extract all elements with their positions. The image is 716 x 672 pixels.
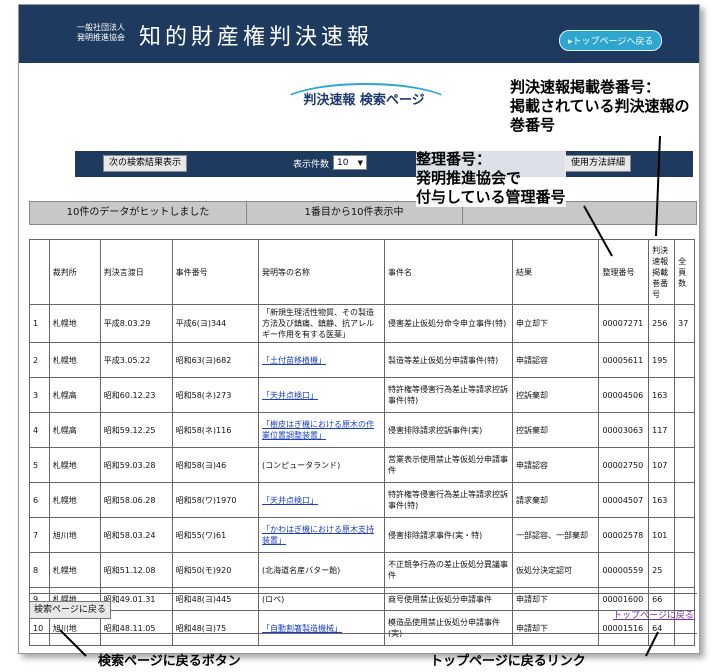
top-link-pointer-line — [645, 631, 659, 657]
back-button-pointer-line — [59, 629, 87, 657]
back-button-caption: 検索ページに戻るボタン — [98, 654, 241, 669]
volume-pointer-line — [655, 135, 661, 237]
admin-pointer-line — [583, 205, 613, 257]
top-link-caption: トップページに戻るリンク — [430, 654, 586, 669]
annotation-lines — [59, 135, 661, 657]
